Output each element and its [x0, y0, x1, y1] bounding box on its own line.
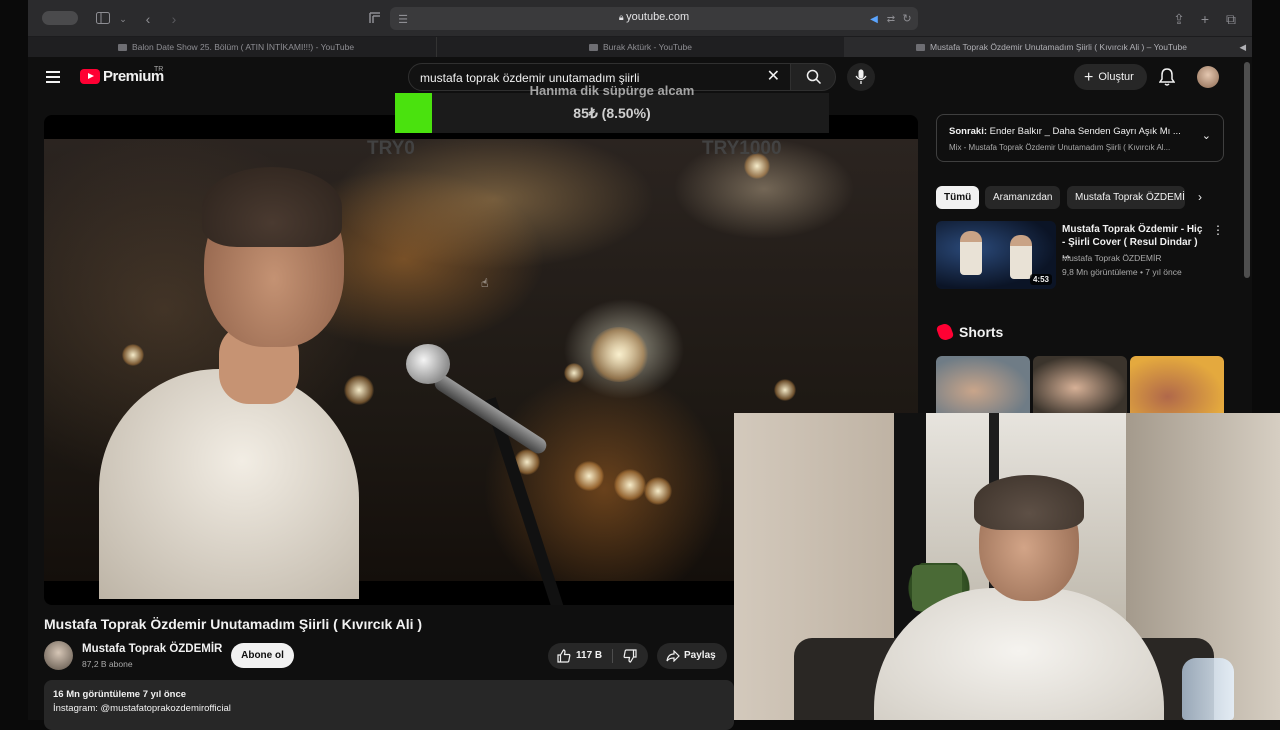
description-text: İnstagram: @mustafatoprakozdemirofficial [53, 703, 231, 714]
microphone-body [431, 372, 550, 457]
tab-overview-icon[interactable]: ⧉ [1224, 9, 1238, 29]
donation-message: Hanıma dik süpürge alcam [529, 83, 695, 98]
address-bar[interactable]: ☰ 🔒︎ youtube.com ◀︎ ⇄ ↻ [390, 7, 918, 30]
tab-strip: Balon Date Show 25. Bölüm ( ATIN İNTİKAM… [28, 37, 1252, 57]
short-thumbnail[interactable] [1033, 356, 1127, 414]
channel-avatar[interactable] [44, 641, 73, 670]
chip-channel[interactable]: Mustafa Toprak ÖZDEMİR [1067, 186, 1185, 209]
share-label: Paylaş [684, 650, 716, 661]
donation-goal-overlay: Hanıma dik süpürge alcam 85₺ (8.50%) [395, 83, 829, 135]
create-label: Oluştur [1098, 71, 1134, 83]
new-tab-icon[interactable]: + [1198, 9, 1212, 29]
youtube-logo-icon[interactable] [80, 69, 100, 84]
up-next-title: Sonraki: Ender Balkır _ Daha Senden Gayr… [949, 126, 1189, 137]
sidebar-toggle-icon[interactable] [96, 9, 110, 29]
bokeh-light [344, 375, 374, 405]
reader-icon[interactable] [368, 9, 382, 29]
subscriber-count: 87,2 B abone [82, 659, 133, 669]
chip-from-search[interactable]: Aramanızdan [985, 186, 1061, 209]
chevron-down-icon[interactable]: ⌄ [1202, 129, 1211, 142]
short-thumbnail[interactable] [1130, 356, 1224, 414]
microphone-head [406, 344, 450, 384]
youtube-favicon-icon [916, 44, 925, 51]
bokeh-light [122, 344, 144, 366]
webcam-person-hair [974, 475, 1084, 530]
subscribe-button[interactable]: Abone ol [231, 643, 294, 668]
divider [612, 649, 613, 663]
bokeh-light [644, 477, 672, 505]
description-box[interactable]: 16 Mn görüntüleme 7 yıl önce İnstagram: … [44, 680, 734, 730]
up-next-subtitle: Mix - Mustafa Toprak Özdemir Unutamadım … [949, 143, 1171, 152]
recommendation-thumbnail[interactable]: 4:53 [936, 221, 1056, 289]
hamburger-menu-icon[interactable] [46, 71, 60, 83]
browser-toolbar: ⌄ ‹ › ☰ 🔒︎ youtube.com ◀︎ ⇄ ↻ ⇪ + ⧉ [28, 0, 1252, 37]
bokeh-light [589, 327, 649, 382]
goal-target-label: TRY1000 [702, 138, 782, 159]
tab-3[interactable]: Mustafa Toprak Özdemir Unutamadım Şiirli… [844, 37, 1252, 57]
chevron-right-icon[interactable]: › [1198, 190, 1202, 204]
tab-2[interactable]: Burak Aktürk - YouTube [436, 37, 844, 57]
microphone-icon [855, 69, 867, 84]
channel-name[interactable]: Mustafa Toprak ÖZDEMİR [82, 643, 222, 655]
view-count-and-date: 16 Mn görüntüleme 7 yıl önce [53, 689, 187, 700]
reload-icon[interactable]: ↻ [900, 9, 914, 29]
thumbnail-figure [1010, 235, 1032, 279]
window-controls[interactable] [42, 11, 78, 25]
region-code: TR [154, 66, 164, 73]
more-options-icon[interactable]: ⋮ [1212, 223, 1224, 237]
recommendation-channel[interactable]: Mustafa Toprak ÖZDEMİR [1062, 253, 1162, 263]
tab-title: Burak Aktürk - YouTube [603, 42, 692, 52]
up-next-card[interactable]: Sonraki: Ender Balkır _ Daha Senden Gayr… [936, 114, 1224, 162]
speaker-icon[interactable]: ◀︎ [868, 10, 880, 30]
goal-start-label: TRY0 [367, 138, 415, 159]
bokeh-light [774, 379, 796, 401]
back-arrow-icon[interactable]: ‹ [142, 9, 154, 29]
like-count: 117 B [576, 650, 603, 661]
thumbs-up-icon[interactable] [557, 649, 571, 663]
thumbs-down-icon[interactable] [623, 649, 637, 663]
translate-icon[interactable]: ⇄ [884, 10, 898, 30]
shorts-heading: Shorts [959, 324, 1004, 340]
notifications-bell-icon[interactable] [1159, 67, 1175, 87]
bokeh-light [564, 363, 584, 383]
recommendation-meta: 9,8 Mn görüntüleme • 7 yıl önce [1062, 267, 1182, 277]
audio-playing-icon[interactable]: ◀︎ [1239, 37, 1246, 57]
account-avatar[interactable] [1197, 66, 1219, 88]
forward-arrow-icon[interactable]: › [168, 9, 180, 29]
video-title: Mustafa Toprak Özdemir Unutamadım Şiirli… [44, 616, 423, 632]
create-button[interactable]: + Oluştur [1074, 64, 1147, 90]
share-icon[interactable]: ⇪ [1172, 9, 1186, 29]
bokeh-light [574, 461, 604, 491]
bokeh-light [614, 469, 646, 501]
url-text: 🔒︎ youtube.com [618, 11, 690, 23]
up-next-label: Sonraki: [949, 126, 988, 137]
chip-all[interactable]: Tümü [936, 186, 980, 209]
hand-cursor-icon: ☝︎ [481, 276, 489, 290]
donation-amount: 85₺ (8.50%) [573, 105, 651, 121]
webcam-overlay [734, 413, 1280, 720]
tab-title: Balon Date Show 25. Bölüm ( ATIN İNTİKAM… [132, 42, 355, 52]
performer-shirt [99, 369, 359, 599]
short-thumbnail[interactable] [936, 356, 1030, 414]
performer-hair [202, 167, 342, 247]
youtube-favicon-icon [589, 44, 598, 51]
share-button[interactable]: Paylaş [657, 643, 727, 669]
up-next-video-title: Ender Balkır _ Daha Senden Gayrı Aşık Mı… [989, 126, 1181, 137]
video-duration: 4:53 [1029, 274, 1052, 285]
share-arrow-icon [666, 650, 680, 662]
like-dislike-button[interactable]: 117 B [548, 643, 648, 669]
webcam-water-bottle [1182, 658, 1234, 720]
plus-icon: + [1084, 69, 1094, 86]
tab-title: Mustafa Toprak Özdemir Unutamadım Şiirli… [930, 42, 1187, 52]
scrollbar-thumb[interactable] [1244, 62, 1250, 278]
chevron-down-icon[interactable]: ⌄ [118, 9, 128, 29]
voice-search-button[interactable] [847, 63, 875, 91]
tab-1[interactable]: Balon Date Show 25. Bölüm ( ATIN İNTİKAM… [28, 37, 436, 57]
thumbnail-figure [960, 231, 982, 275]
youtube-favicon-icon [118, 44, 127, 51]
